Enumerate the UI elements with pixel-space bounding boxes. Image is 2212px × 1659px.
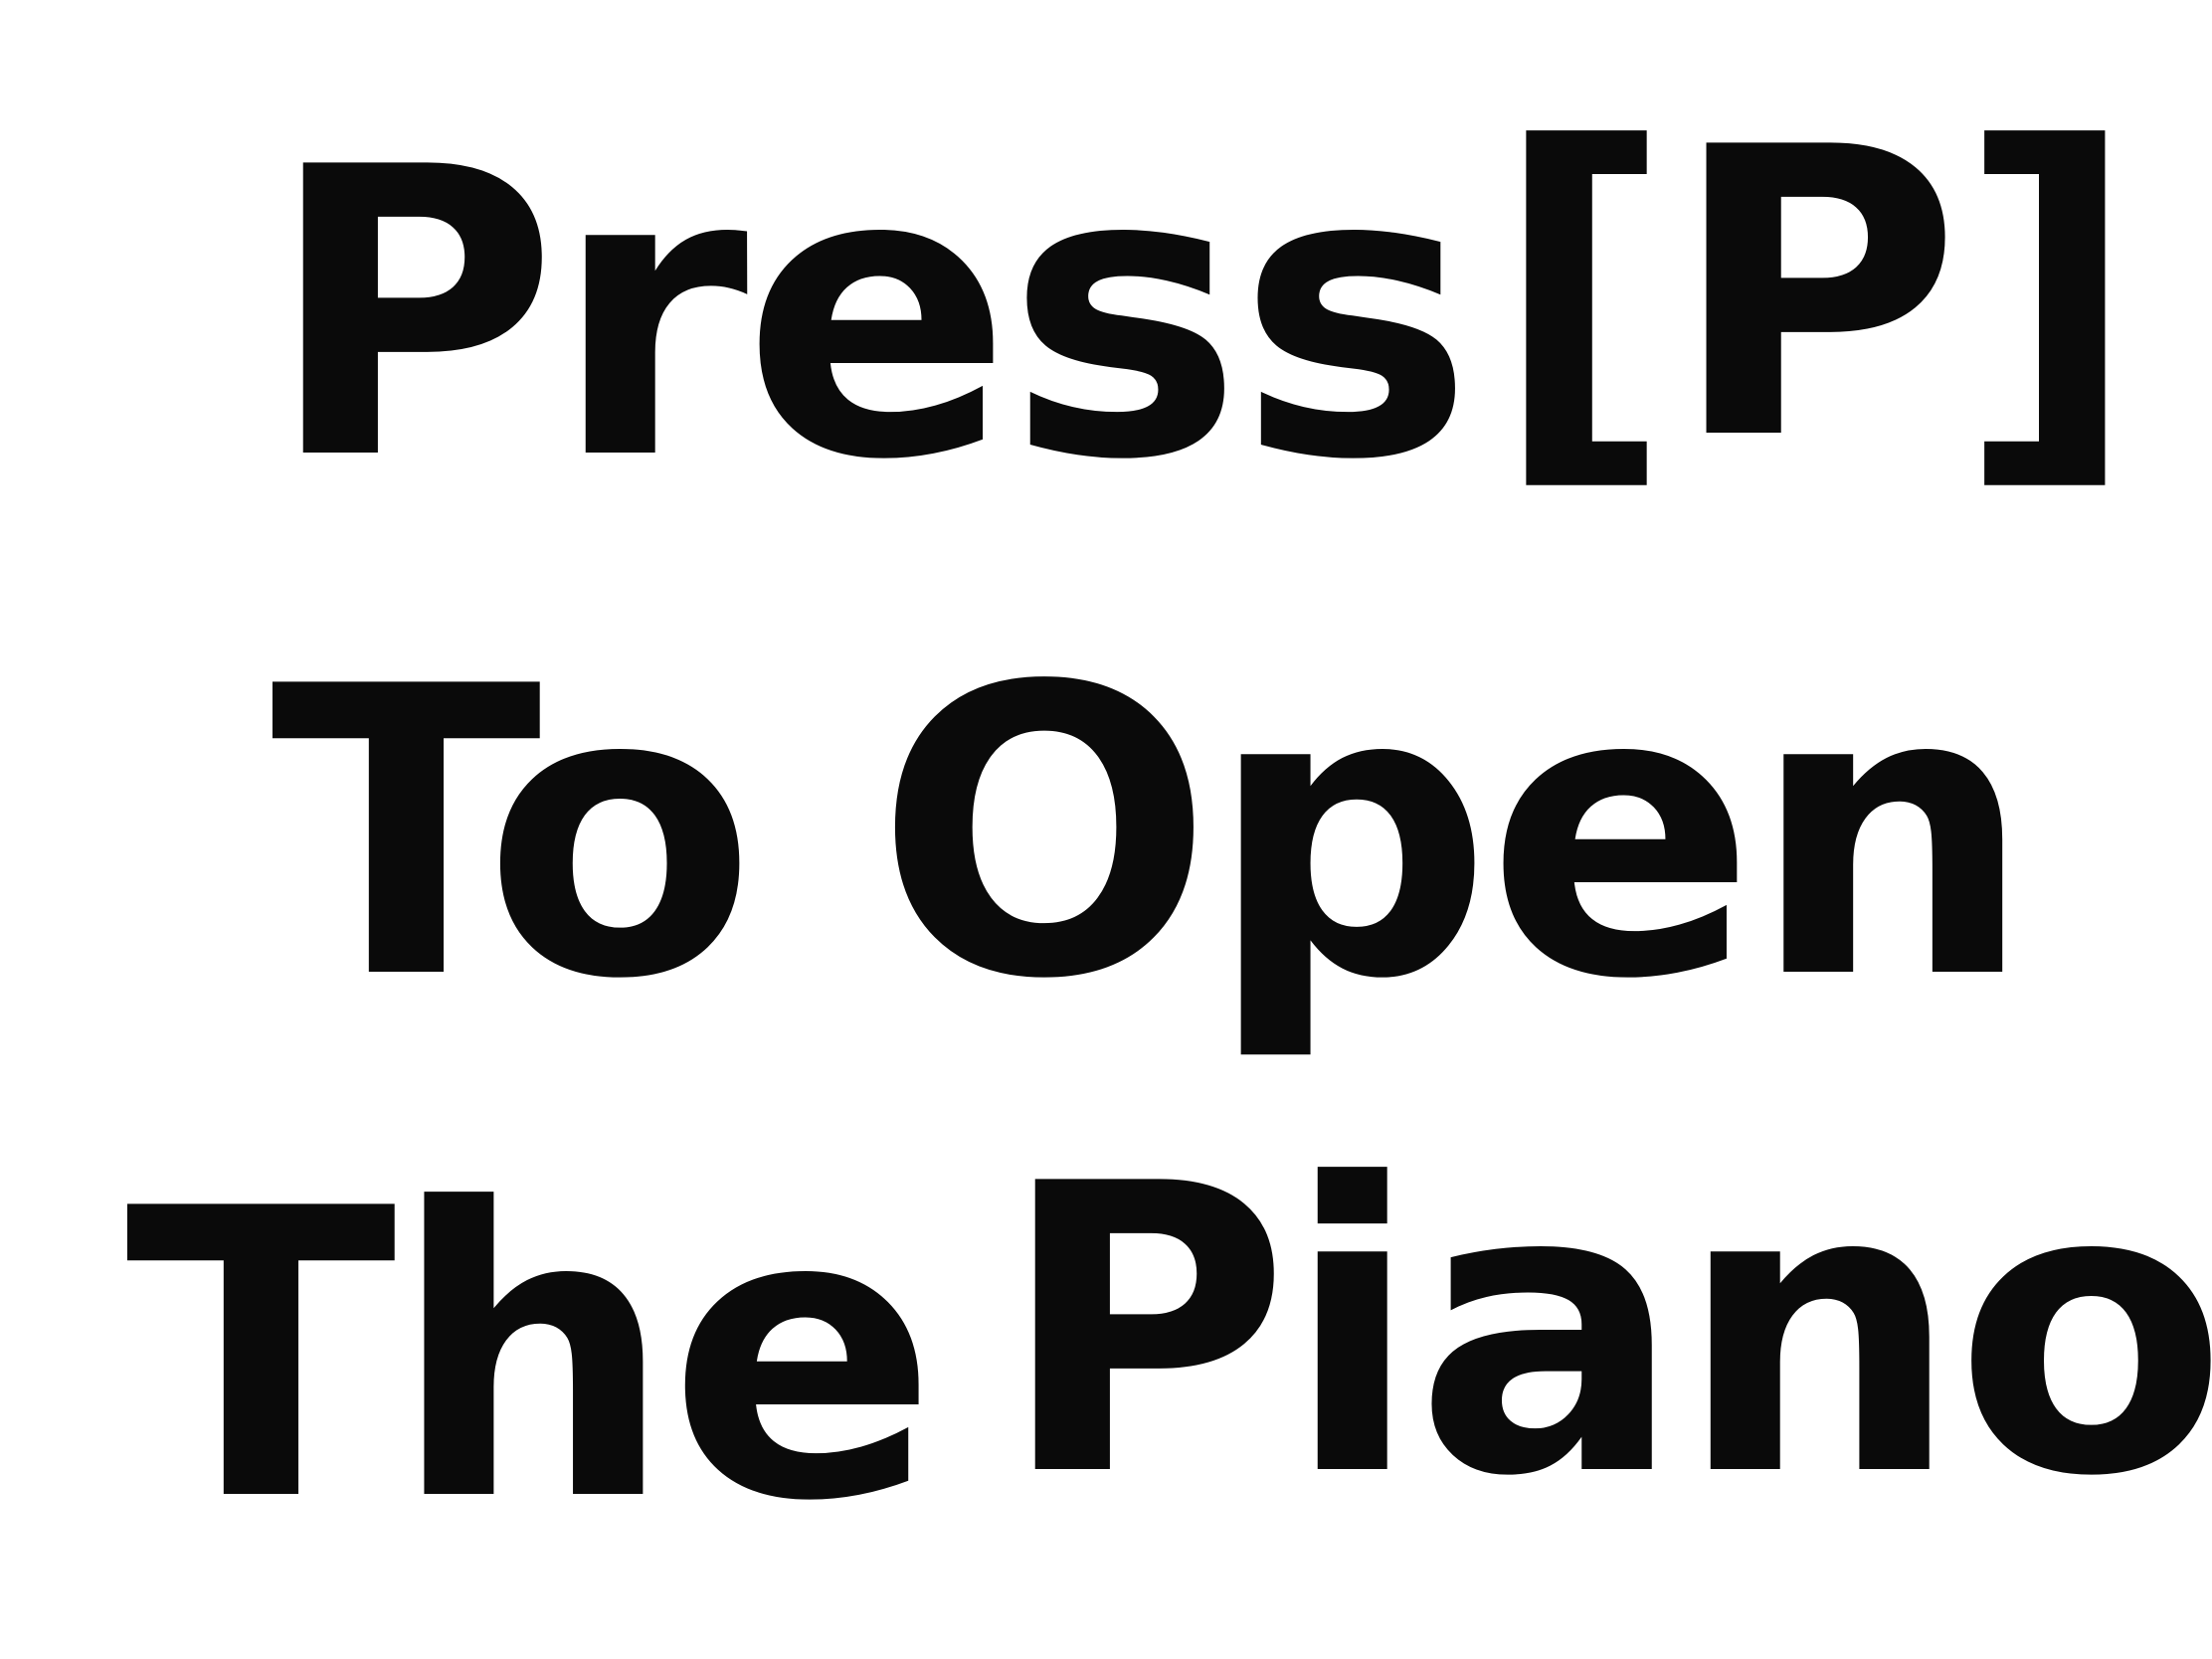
word-to: To: [271, 604, 757, 1066]
word-press: Press: [267, 85, 1474, 547]
key-hint-p: [P]: [1492, 65, 2139, 527]
word-open: Open: [875, 604, 2033, 1066]
word-the: The: [125, 1126, 938, 1588]
piano-instruction-sign: Press [P] To Open The Piano: [0, 0, 2212, 1659]
word-piano: Piano: [999, 1101, 2212, 1564]
